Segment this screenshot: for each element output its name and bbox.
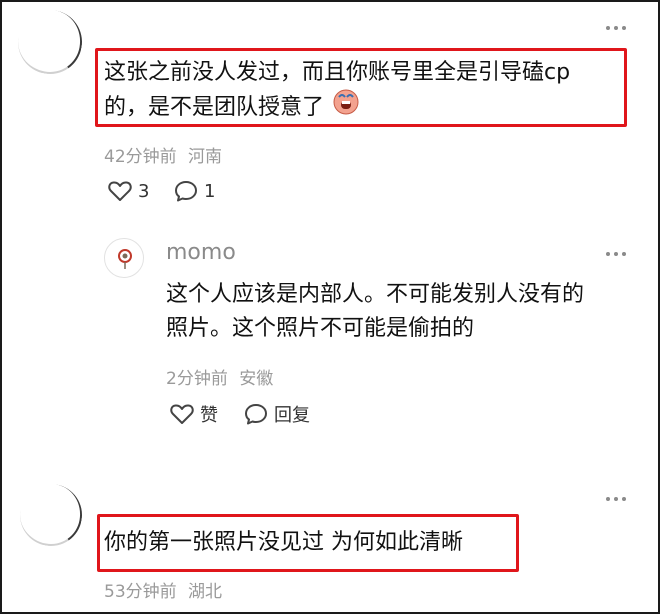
comment-location: 河南 (188, 147, 223, 167)
more-options-icon[interactable] (606, 252, 626, 256)
reply-button[interactable]: 回复 (244, 401, 310, 427)
comment-bubble-icon (175, 181, 197, 202)
like-count: 3 (138, 180, 150, 202)
like-button[interactable]: 3 (108, 180, 149, 202)
reply-text-line: 照片。这个照片不可能是偷拍的 (166, 316, 475, 341)
comment-text-line: 你的第一张照片没见过 为何如此清晰 (104, 530, 463, 555)
heart-icon (170, 404, 194, 424)
comment-time: 53分钟前 (104, 582, 177, 602)
reply-username[interactable]: momo (166, 240, 236, 265)
like-label: 赞 (200, 405, 218, 426)
comment-text-line: 的，是不是团队授意了 (104, 89, 359, 127)
reply-label: 回复 (274, 405, 310, 426)
comment-meta: 42分钟前 河南 (104, 142, 222, 167)
comment-text-line: 这张之前没人发过，而且你账号里全是引导磕cp (104, 60, 571, 85)
comment-time: 42分钟前 (104, 147, 177, 167)
comment-meta: 53分钟前 湖北 (104, 577, 222, 602)
reply-location: 安徽 (239, 369, 274, 389)
crying-face-emoji-icon (333, 89, 359, 127)
comment-bubble-icon (245, 404, 267, 425)
reply-button[interactable]: 1 (174, 180, 215, 202)
avatar-image (118, 249, 132, 269)
reply-time: 2分钟前 (166, 369, 228, 389)
avatar[interactable] (104, 238, 144, 278)
reply-text-line: 这个人应该是内部人。不可能发别人没有的 (166, 282, 585, 307)
comment-text-line-2: 的，是不是团队授意了 (104, 95, 325, 120)
comment-location: 湖北 (188, 582, 223, 602)
reply-meta: 2分钟前 安徽 (166, 364, 273, 389)
more-options-icon[interactable] (606, 497, 626, 501)
like-button[interactable]: 赞 (170, 401, 218, 427)
reply-count: 1 (204, 180, 216, 202)
heart-icon (108, 181, 132, 201)
more-options-icon[interactable] (606, 26, 626, 30)
